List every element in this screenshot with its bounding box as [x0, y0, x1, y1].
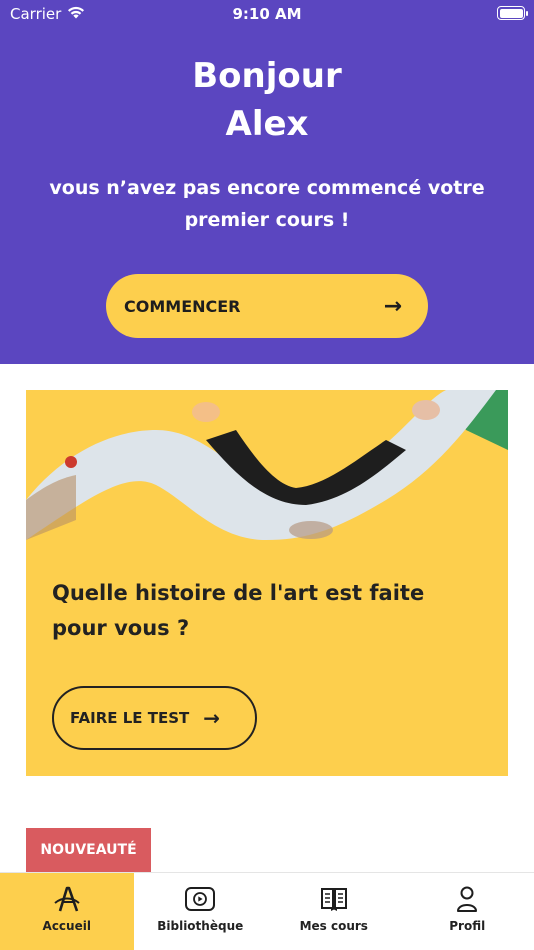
home-logo-icon: [51, 885, 83, 913]
greeting-title: Bonjour: [192, 56, 342, 96]
take-test-button-label: FAIRE LE TEST: [70, 709, 190, 727]
tab-label: Bibliothèque: [157, 919, 244, 933]
new-badge: NOUVEAUTÉ: [26, 828, 151, 872]
hero-header: Carrier 9:10 AM Bonjour Alex vous n’avez…: [0, 0, 534, 364]
tab-label: Accueil: [42, 919, 91, 933]
status-time: 9:10 AM: [232, 5, 302, 23]
battery-icon: [497, 6, 528, 20]
quiz-card[interactable]: Quelle histoire de l'art est faite pour …: [26, 390, 508, 776]
tab-bar: Accueil Bibliothèque Mes cours Profil: [0, 872, 534, 950]
tab-label: Mes cours: [299, 919, 368, 933]
book-icon: [318, 885, 350, 913]
take-test-button[interactable]: FAIRE LE TEST →: [52, 686, 257, 750]
arrow-right-icon: →: [383, 293, 402, 319]
start-button-label: COMMENCER: [124, 296, 241, 316]
hero-subtitle: vous n’avez pas encore commencé votre pr…: [49, 177, 485, 231]
artwork-banner-image: [26, 390, 508, 550]
tab-mes-cours[interactable]: Mes cours: [267, 873, 401, 950]
arrow-right-icon: →: [203, 706, 221, 730]
tab-profil[interactable]: Profil: [401, 873, 534, 950]
tab-label: Profil: [449, 919, 486, 933]
play-icon: [184, 885, 216, 913]
status-bar: Carrier 9:10 AM: [0, 0, 534, 28]
tab-accueil[interactable]: Accueil: [0, 873, 134, 950]
tab-bibliotheque[interactable]: Bibliothèque: [134, 873, 268, 950]
start-button[interactable]: COMMENCER →: [106, 274, 428, 338]
greeting-name: Alex: [225, 104, 309, 144]
person-icon: [451, 885, 483, 913]
card-title: Quelle histoire de l'art est faite pour …: [52, 581, 425, 640]
